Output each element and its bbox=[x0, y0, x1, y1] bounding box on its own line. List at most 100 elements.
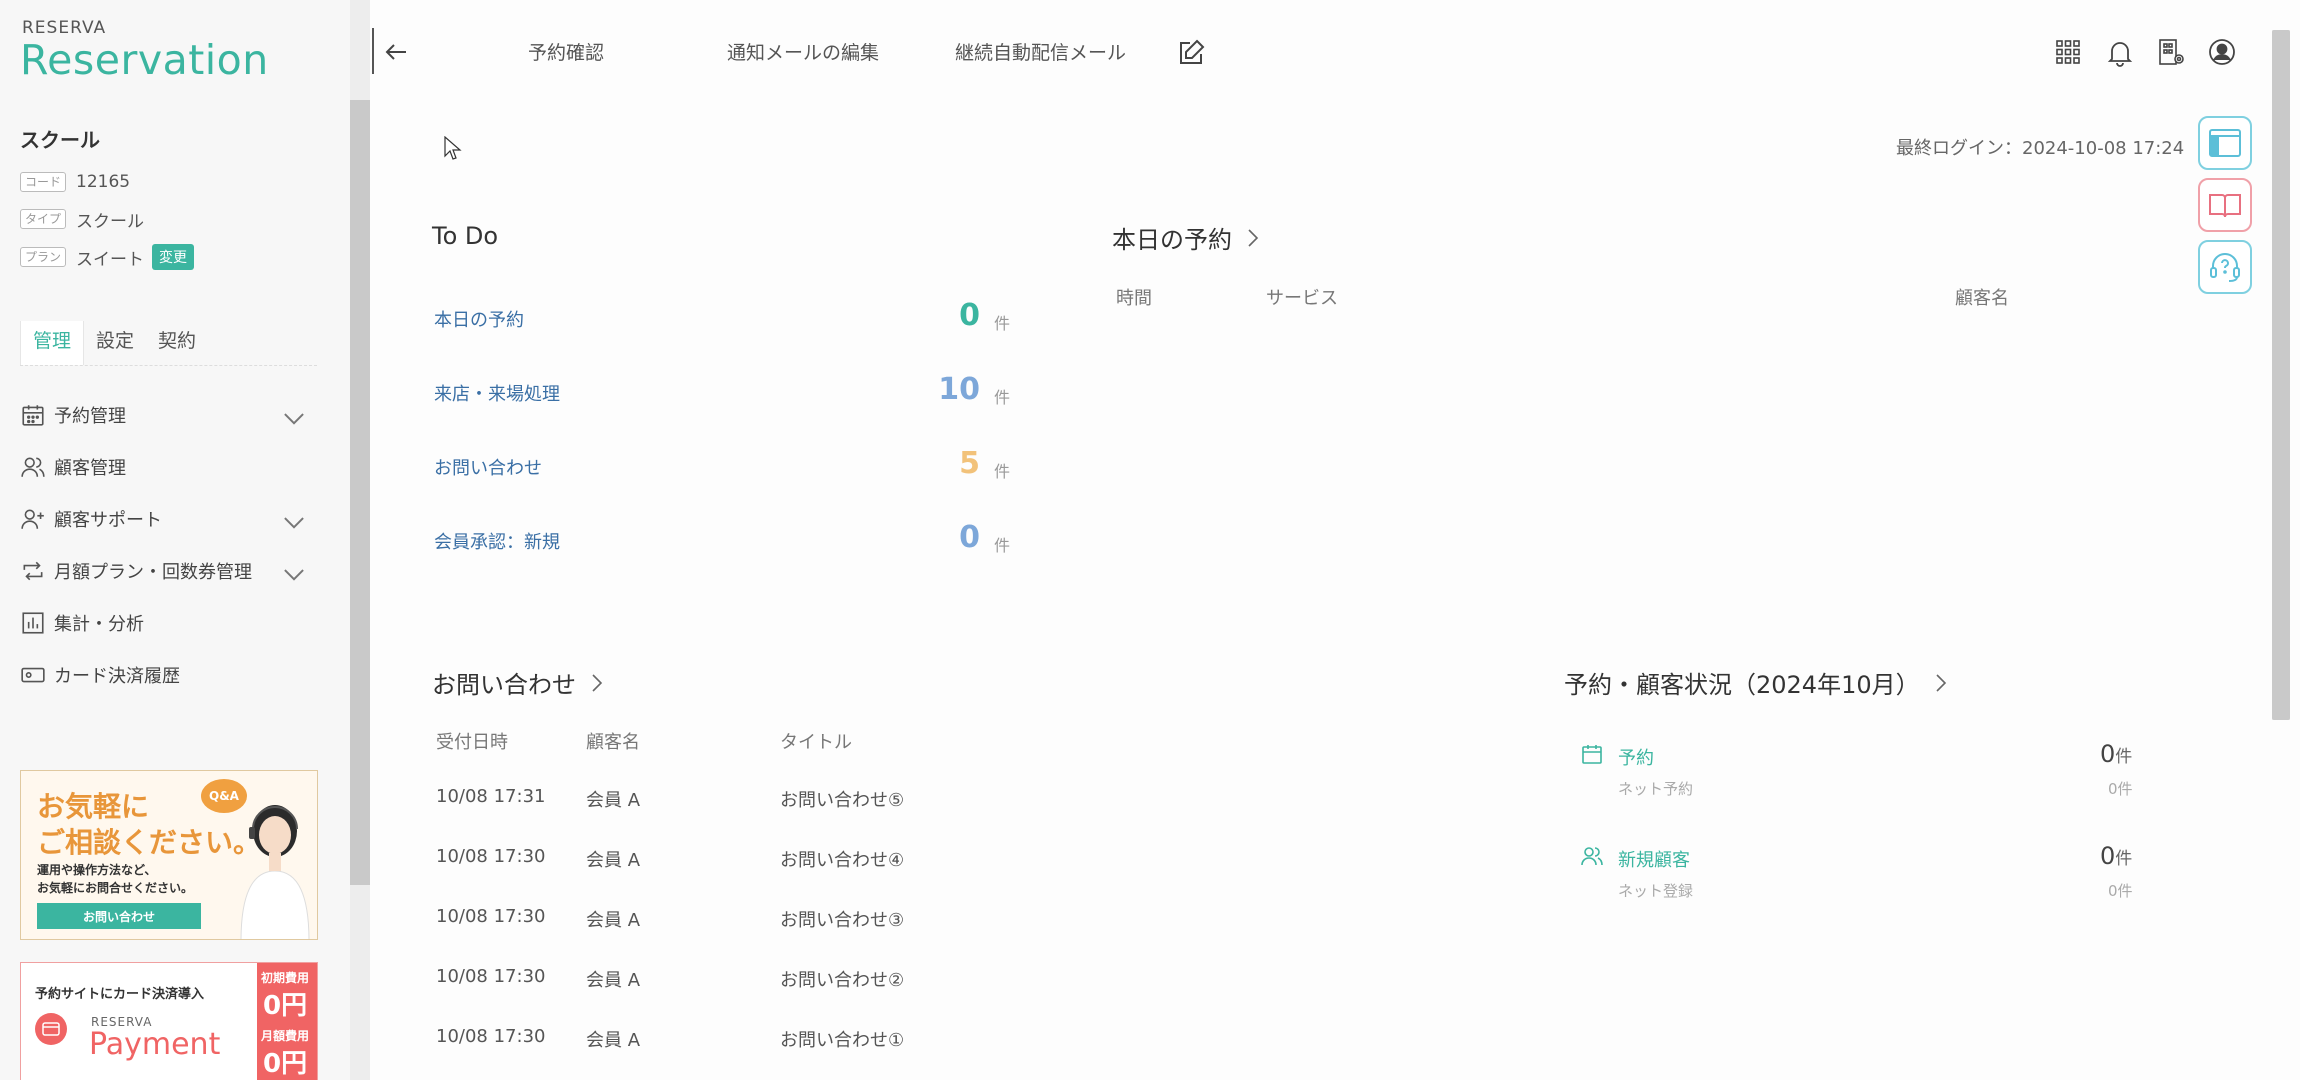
table-row[interactable]: 10/08 17:30 会員 A お問い合わせ② bbox=[436, 966, 1036, 996]
menu-customer-support[interactable]: 顧客サポート bbox=[20, 499, 320, 539]
inquiries-title-text: お問い合わせ bbox=[432, 671, 576, 699]
plan-change-button[interactable]: 変更 bbox=[152, 244, 195, 270]
browser-view-button[interactable] bbox=[2198, 116, 2252, 170]
sidebar-tab-settings[interactable]: 設定 bbox=[84, 321, 146, 365]
chevron-down-icon bbox=[284, 517, 304, 529]
type-value: スクール bbox=[76, 211, 145, 232]
menu-customer-management[interactable]: 顧客管理 bbox=[20, 447, 320, 487]
todo-count: 0 bbox=[959, 520, 980, 555]
nav-notification-mail-edit[interactable]: 通知メールの編集 bbox=[727, 38, 879, 65]
table-row[interactable]: 10/08 17:30 会員 A お問い合わせ④ bbox=[436, 846, 1036, 876]
todo-count: 10 bbox=[938, 372, 980, 407]
account-plan-row: プラン スイート 変更 bbox=[20, 243, 195, 271]
inquiry-title[interactable]: お問い合わせ③ bbox=[780, 906, 904, 932]
status-title-text: 予約・顧客状況（2024年10月） bbox=[1564, 671, 1920, 699]
type-tag: タイプ bbox=[20, 209, 67, 229]
todo-row-inquiries[interactable]: お問い合わせ 5 件 bbox=[434, 446, 1020, 486]
todo-row-today-reservations[interactable]: 本日の予約 0 件 bbox=[434, 298, 1020, 338]
inquiry-date: 10/08 17:30 bbox=[436, 846, 546, 867]
banner-body-1: 運用や操作方法など、 bbox=[37, 863, 157, 877]
inquiry-customer: 会員 A bbox=[586, 790, 641, 811]
payment-banner-headline: 予約サイトにカード決済導入 bbox=[35, 987, 205, 1002]
payment-brand-big: Payment bbox=[89, 1027, 221, 1062]
nav-reservation-check[interactable]: 予約確認 bbox=[528, 38, 604, 65]
todo-count: 0 bbox=[959, 298, 980, 333]
collapse-arrow-icon[interactable] bbox=[382, 38, 410, 66]
sidebar-tab-contract[interactable]: 契約 bbox=[146, 321, 208, 365]
fee2-label: 月額費用 bbox=[261, 1029, 310, 1043]
menu-reservation-management[interactable]: 予約管理 bbox=[20, 395, 320, 435]
nav-auto-delivery-mail[interactable]: 継続自動配信メール bbox=[955, 38, 1126, 65]
stat-reservations-count-group: 0 件 bbox=[2100, 740, 2132, 768]
sidebar-tab-manage[interactable]: 管理 bbox=[20, 321, 85, 365]
todo-label[interactable]: お問い合わせ bbox=[434, 454, 542, 480]
inquiry-title[interactable]: お問い合わせ② bbox=[780, 966, 904, 992]
sidebar-scrollbar[interactable] bbox=[350, 100, 370, 885]
today-col-service: サービス bbox=[1266, 288, 1338, 309]
last-login-text: 最終ログイン：2024-10-08 17:24 bbox=[1896, 138, 2185, 159]
payment-card-icon bbox=[35, 1013, 67, 1045]
users-icon bbox=[21, 457, 45, 477]
menu-label: 予約管理 bbox=[54, 406, 126, 427]
payment-fee-panel: 初期費用 0円 月額費用 0円 bbox=[257, 963, 317, 1080]
stat-reservations-label[interactable]: 予約 bbox=[1618, 744, 1654, 770]
inquiry-title[interactable]: お問い合わせ⑤ bbox=[780, 786, 904, 812]
browser-window-icon bbox=[2209, 129, 2241, 157]
stat-new-customers-sub: ネット登録 bbox=[1618, 882, 1694, 900]
todo-unit: 件 bbox=[993, 314, 1010, 333]
payment-banner[interactable]: 予約サイトにカード決済導入 RESERVA Payment 初期費用 0円 月額… bbox=[20, 962, 318, 1080]
building-settings-icon[interactable] bbox=[2155, 36, 2187, 68]
card-icon bbox=[21, 667, 45, 683]
todo-row-visit-processing[interactable]: 来店・来場処理 10 件 bbox=[434, 372, 1020, 412]
inquiry-title[interactable]: お問い合わせ① bbox=[780, 1026, 904, 1052]
bell-icon[interactable] bbox=[2104, 36, 2136, 68]
user-plus-icon bbox=[21, 509, 44, 529]
banner-headline-2: ご相談ください。 bbox=[37, 826, 262, 859]
table-row[interactable]: 10/08 17:31 会員 A お問い合わせ⑤ bbox=[436, 786, 1036, 816]
menu-card-payment-history[interactable]: カード決済履歴 bbox=[20, 655, 320, 695]
contact-banner[interactable]: お気軽に ご相談ください。 Q&A 運用や操作方法など、 お気軽にお問合せくださ… bbox=[20, 770, 318, 940]
todo-label[interactable]: 本日の予約 bbox=[434, 306, 524, 332]
sidebar: RESERVA Reservation スクール コード 12165 タイプ ス… bbox=[0, 0, 350, 1080]
inquiries-title[interactable]: お問い合わせ bbox=[432, 665, 608, 700]
stat-new-customers-label[interactable]: 新規顧客 bbox=[1618, 846, 1690, 872]
inquiry-customer: 会員 A bbox=[586, 850, 641, 871]
user-account-icon[interactable] bbox=[2206, 36, 2238, 68]
inquiry-date: 10/08 17:30 bbox=[436, 1026, 546, 1047]
todo-title-text: To Do bbox=[432, 222, 499, 250]
status-title[interactable]: 予約・顧客状況（2024年10月） bbox=[1564, 665, 1952, 700]
stat-reservations-unit: 件 bbox=[2115, 747, 2133, 767]
main-scrollbar[interactable] bbox=[2272, 30, 2290, 720]
menu-analytics[interactable]: 集計・分析 bbox=[20, 603, 320, 643]
todo-label[interactable]: 会員承認：新規 bbox=[434, 528, 560, 554]
logo[interactable]: Reservation bbox=[20, 36, 269, 84]
menu-label: 顧客管理 bbox=[54, 458, 126, 479]
logo-small-text: RESERVA bbox=[22, 18, 107, 38]
todo-title: To Do bbox=[432, 222, 498, 250]
menu-plan-ticket-management[interactable]: 月額プラン・回数券管理 bbox=[20, 551, 320, 591]
banner-body-2: お気軽にお問合せください。 bbox=[37, 881, 194, 895]
account-name: スクール bbox=[20, 128, 100, 152]
manual-button[interactable] bbox=[2198, 178, 2252, 232]
table-row[interactable]: 10/08 17:30 会員 A お問い合わせ③ bbox=[436, 906, 1036, 936]
table-row[interactable]: 10/08 17:30 会員 A お問い合わせ① bbox=[436, 1026, 1036, 1056]
edit-icon[interactable] bbox=[1176, 38, 1206, 68]
chevron-down-icon bbox=[284, 413, 304, 425]
account-type-row: タイプ スクール bbox=[20, 205, 144, 233]
todo-label[interactable]: 来店・来場処理 bbox=[434, 380, 560, 406]
inquiry-col-date: 受付日時 bbox=[436, 732, 508, 753]
stat-reservations-sub: ネット予約 bbox=[1618, 780, 1694, 798]
chevron-right-icon bbox=[592, 673, 603, 692]
menu-label: 顧客サポート bbox=[54, 510, 162, 531]
repeat-icon bbox=[23, 561, 43, 581]
todo-row-member-approval[interactable]: 会員承認：新規 0 件 bbox=[434, 520, 1020, 560]
inquiry-customer: 会員 A bbox=[586, 910, 641, 931]
stat-new-customers-count-group: 0 件 bbox=[2100, 842, 2132, 870]
inquiry-title[interactable]: お問い合わせ④ bbox=[780, 846, 904, 872]
todo-unit: 件 bbox=[993, 388, 1010, 407]
apps-grid-icon[interactable] bbox=[2052, 36, 2084, 68]
banner-contact-button[interactable]: お問い合わせ bbox=[37, 903, 201, 929]
support-button[interactable] bbox=[2198, 240, 2252, 294]
chevron-right-icon bbox=[1248, 228, 1259, 247]
today-reservations-title[interactable]: 本日の予約 bbox=[1112, 220, 1264, 255]
